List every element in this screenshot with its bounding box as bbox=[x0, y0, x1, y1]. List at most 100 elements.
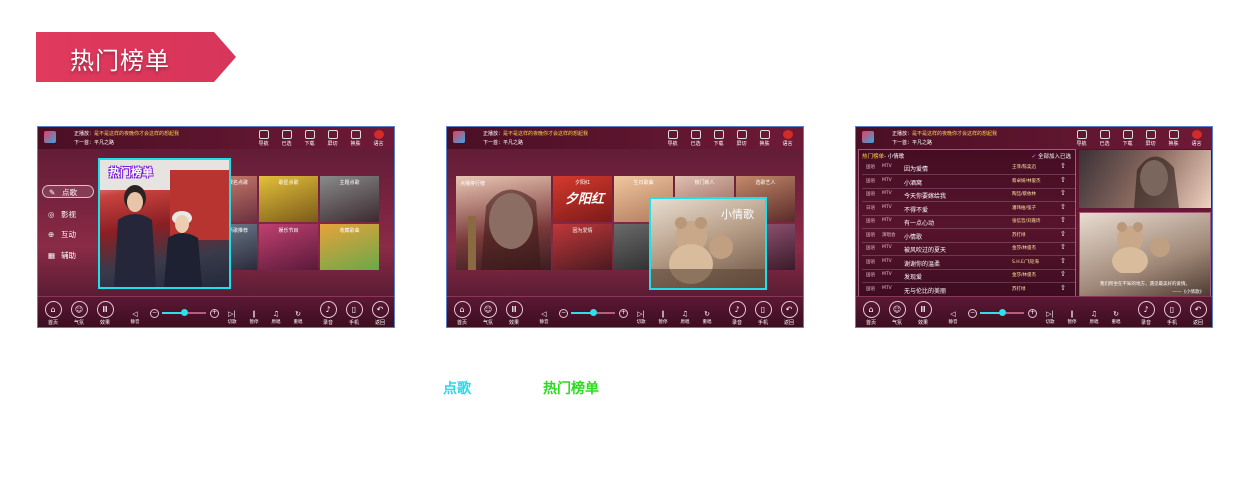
add-song-icon[interactable]: ⇧ bbox=[1060, 176, 1066, 184]
screen-switch-button[interactable]: 屏切 bbox=[730, 129, 753, 147]
effects-button[interactable]: Ⅲ 效果 bbox=[503, 301, 525, 326]
song-row[interactable]: 国语 演唱会 小情歌 苏打绿 ⇧ bbox=[862, 229, 1076, 243]
tile-theme[interactable]: 主题点歌 bbox=[320, 176, 379, 222]
replay-button[interactable]: ↻ 重唱 bbox=[699, 310, 715, 325]
home-button[interactable]: ⌂ 首页 bbox=[451, 301, 473, 326]
back-button[interactable]: ↶ 返回 bbox=[1187, 301, 1209, 326]
home-button[interactable]: ⌂ 首页 bbox=[42, 301, 64, 326]
effects-button[interactable]: Ⅲ 效果 bbox=[94, 301, 116, 326]
volume-slider[interactable] bbox=[162, 309, 206, 316]
skin-button[interactable]: 换肤 bbox=[344, 129, 367, 147]
nav-button[interactable]: 导航 bbox=[661, 129, 684, 147]
record-button[interactable]: ♪ 录音 bbox=[317, 301, 339, 326]
screen-switch-button[interactable]: 屏切 bbox=[1139, 129, 1162, 147]
selected-button[interactable]: 已选 bbox=[275, 129, 298, 147]
song-row[interactable]: 国语 MTV 小酒窝 蔡卓妍/林俊杰 ⇧ bbox=[862, 175, 1076, 189]
volume-down-button[interactable]: − bbox=[150, 309, 159, 318]
love-song-tile[interactable]: 小情歌 bbox=[649, 197, 767, 290]
menu-item-assist[interactable]: ▦ 辅助 bbox=[42, 249, 94, 262]
language-button[interactable]: 语言 bbox=[776, 129, 799, 147]
menu-item-interact[interactable]: ⊕ 互动 bbox=[42, 228, 94, 241]
volume-knob[interactable] bbox=[590, 309, 597, 316]
pause-button[interactable]: ∥ 暂停 bbox=[1064, 310, 1080, 325]
atmosphere-button[interactable]: ☺ 气氛 bbox=[477, 301, 499, 326]
song-row[interactable]: 国语 MTV 发现爱 金莎/林俊杰 ⇧ bbox=[862, 269, 1076, 283]
tile-ranking[interactable]: 点播排行榜 bbox=[456, 176, 551, 270]
download-button[interactable]: 下载 bbox=[298, 129, 321, 147]
selected-button[interactable]: 已选 bbox=[1093, 129, 1116, 147]
language-button[interactable]: 语言 bbox=[1185, 129, 1208, 147]
volume-slider[interactable] bbox=[980, 309, 1024, 316]
tile-sunset[interactable]: 夕阳红 夕阳红 bbox=[553, 176, 612, 222]
volume-up-button[interactable]: + bbox=[1028, 309, 1037, 318]
tile-because-love[interactable]: 因为爱情 bbox=[553, 224, 612, 270]
song-row[interactable]: 国语 MTV 谢谢你的温柔 S.H.E/飞轮海 ⇧ bbox=[862, 256, 1076, 270]
volume-down-button[interactable]: − bbox=[559, 309, 568, 318]
cut-song-button[interactable]: ▷| 切歌 bbox=[633, 310, 649, 325]
screen-switch-button[interactable]: 屏切 bbox=[321, 129, 344, 147]
add-song-icon[interactable]: ⇧ bbox=[1060, 162, 1066, 170]
skin-button[interactable]: 换肤 bbox=[753, 129, 776, 147]
song-title: 小酒窝 bbox=[904, 179, 923, 187]
original-button[interactable]: ♫ 原唱 bbox=[677, 310, 693, 325]
effects-button[interactable]: Ⅲ 效果 bbox=[912, 301, 934, 326]
atmosphere-button[interactable]: ☺ 气氛 bbox=[886, 301, 908, 326]
tile-entertainment[interactable]: 娱乐节目 bbox=[259, 224, 318, 270]
mute-button[interactable]: ◁ 静音 bbox=[945, 310, 961, 325]
record-button[interactable]: ♪ 录音 bbox=[726, 301, 748, 326]
song-row[interactable]: 国语 MTV 有一点心动 张信哲/刘嘉玲 ⇧ bbox=[862, 215, 1076, 229]
add-song-icon[interactable]: ⇧ bbox=[1060, 189, 1066, 197]
add-song-icon[interactable]: ⇧ bbox=[1060, 230, 1066, 238]
home-button[interactable]: ⌂ 首页 bbox=[860, 301, 882, 326]
volume-up-button[interactable]: + bbox=[210, 309, 219, 318]
download-button[interactable]: 下载 bbox=[1116, 129, 1139, 147]
song-row[interactable]: 国语 MTV 被风吹过的夏天 金莎/林俊杰 ⇧ bbox=[862, 242, 1076, 256]
mute-button[interactable]: ◁ 静音 bbox=[536, 310, 552, 325]
pause-button[interactable]: ∥ 暂停 bbox=[655, 310, 671, 325]
nav-button[interactable]: 导航 bbox=[252, 129, 275, 147]
tile-favorites[interactable]: 收藏歌曲 bbox=[320, 224, 379, 270]
back-button[interactable]: ↶ 返回 bbox=[778, 301, 800, 326]
add-song-icon[interactable]: ⇧ bbox=[1060, 216, 1066, 224]
menu-item-video[interactable]: ◎ 影视 bbox=[42, 208, 94, 221]
download-button[interactable]: 下载 bbox=[707, 129, 730, 147]
original-button[interactable]: ♫ 原唱 bbox=[268, 310, 284, 325]
original-button[interactable]: ♫ 原唱 bbox=[1086, 310, 1102, 325]
volume-knob[interactable] bbox=[181, 309, 188, 316]
volume-slider[interactable] bbox=[571, 309, 615, 316]
phone-button[interactable]: ▯ 手机 bbox=[1161, 301, 1183, 326]
volume-down-button[interactable]: − bbox=[968, 309, 977, 318]
volume-knob[interactable] bbox=[999, 309, 1006, 316]
film-icon: ◎ bbox=[48, 210, 55, 219]
add-all-button[interactable]: ✔ 全部加入已选 bbox=[1032, 152, 1071, 160]
add-song-icon[interactable]: ⇧ bbox=[1060, 257, 1066, 265]
add-song-icon[interactable]: ⇧ bbox=[1060, 270, 1066, 278]
tile-singer[interactable]: 歌星点歌 bbox=[259, 176, 318, 222]
add-song-icon[interactable]: ⇧ bbox=[1060, 243, 1066, 251]
nav-button[interactable]: 导航 bbox=[1070, 129, 1093, 147]
song-row[interactable]: 日语 MTV 不得不爱 潘玮柏/弦子 ⇧ bbox=[862, 202, 1076, 216]
phone-button[interactable]: ▯ 手机 bbox=[343, 301, 365, 326]
add-song-icon[interactable]: ⇧ bbox=[1060, 203, 1066, 211]
home-icon: ⌂ bbox=[862, 301, 880, 318]
mute-button[interactable]: ◁ 静音 bbox=[127, 310, 143, 325]
atmosphere-button[interactable]: ☺ 气氛 bbox=[68, 301, 90, 326]
pause-button[interactable]: ∥ 暂停 bbox=[246, 310, 262, 325]
add-song-icon[interactable]: ⇧ bbox=[1060, 284, 1066, 292]
phone-button[interactable]: ▯ 手机 bbox=[752, 301, 774, 326]
language-button[interactable]: 语言 bbox=[367, 129, 390, 147]
hot-charts-tile[interactable]: 热门榜单 bbox=[98, 158, 231, 289]
replay-button[interactable]: ↻ 重唱 bbox=[1108, 310, 1124, 325]
replay-button[interactable]: ↻ 重唱 bbox=[290, 310, 306, 325]
song-row[interactable]: 国语 MTV 因为爱情 王菲/陈奕迅 ⇧ bbox=[862, 161, 1076, 175]
back-button[interactable]: ↶ 返回 bbox=[369, 301, 391, 326]
skin-button[interactable]: 换肤 bbox=[1162, 129, 1185, 147]
menu-item-song[interactable]: ✎ 点歌 bbox=[42, 185, 94, 198]
song-row[interactable]: 国语 MTV 无与伦比的美丽 苏打绿 ⇧ bbox=[862, 283, 1076, 297]
record-button[interactable]: ♪ 录音 bbox=[1135, 301, 1157, 326]
selected-button[interactable]: 已选 bbox=[684, 129, 707, 147]
cut-song-button[interactable]: ▷| 切歌 bbox=[224, 310, 240, 325]
song-row[interactable]: 国语 MTV 今天你要嫁给我 陶喆/蔡依林 ⇧ bbox=[862, 188, 1076, 202]
volume-up-button[interactable]: + bbox=[619, 309, 628, 318]
cut-song-button[interactable]: ▷| 切歌 bbox=[1042, 310, 1058, 325]
